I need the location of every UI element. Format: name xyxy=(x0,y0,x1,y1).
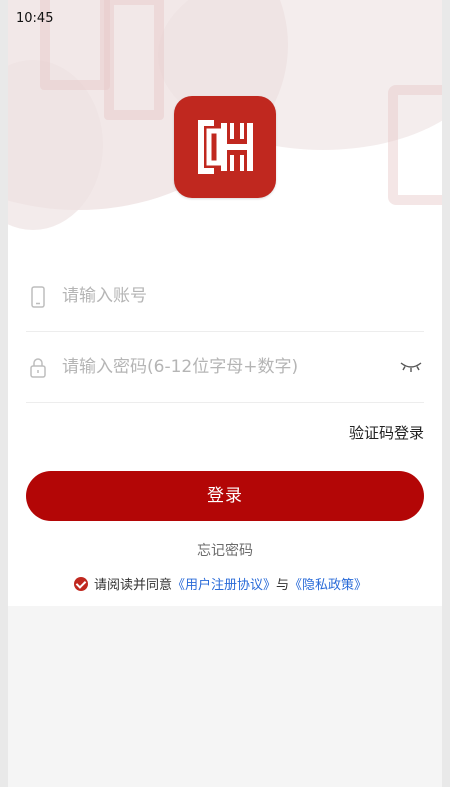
user-agreement-link[interactable]: 《用户注册协议》 xyxy=(172,578,276,593)
phone-icon xyxy=(31,286,45,308)
agree-checkbox[interactable] xyxy=(74,577,88,591)
bottom-area xyxy=(8,606,442,787)
password-input[interactable] xyxy=(62,353,392,381)
password-row xyxy=(26,333,424,403)
background-watermark xyxy=(104,0,164,120)
agreement-row: 请阅读并同意《用户注册协议》与《隐私政策》 xyxy=(74,574,367,593)
eye-closed-icon[interactable] xyxy=(400,360,422,374)
agreement-prefix: 请阅读并同意 xyxy=(94,578,173,593)
app-logo xyxy=(174,96,276,198)
lock-icon xyxy=(30,358,46,378)
privacy-policy-link[interactable]: 《隐私政策》 xyxy=(289,578,367,593)
login-button[interactable]: 登录 xyxy=(26,471,424,521)
agreement-connector: 与 xyxy=(276,578,290,593)
sms-login-link[interactable]: 验证码登录 xyxy=(349,422,424,443)
status-bar-time: 10:45 xyxy=(16,11,54,26)
ch-logo-icon xyxy=(198,120,253,174)
account-row xyxy=(26,262,424,332)
background-watermark xyxy=(388,85,442,205)
forgot-password-link[interactable]: 忘记密码 xyxy=(0,540,450,560)
account-input[interactable] xyxy=(62,282,392,310)
